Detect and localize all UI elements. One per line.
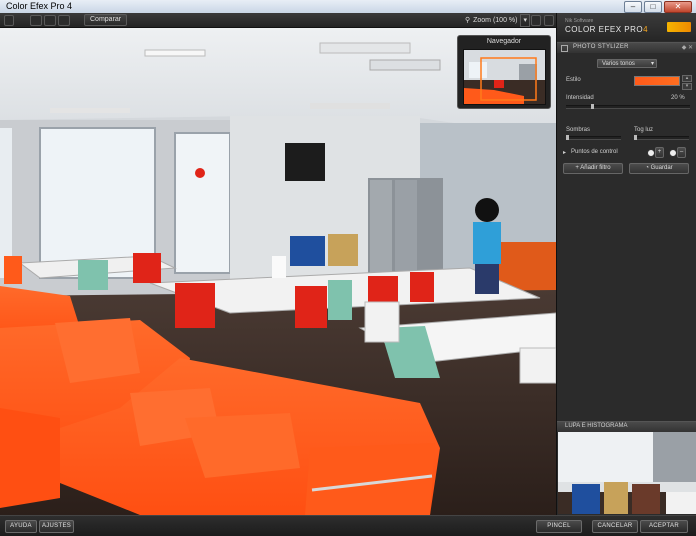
magnifier-icon: ⚲ [464,17,471,24]
settings-button[interactable]: AJUSTES [39,520,74,533]
navigator-panel[interactable]: Navegador [457,35,551,109]
highlights-slider[interactable] [634,135,689,140]
preset-value: Varios tonos [602,61,635,67]
navigator-thumbnail[interactable] [463,49,546,105]
zoom-control[interactable]: ⚲ Zoom (100 %) ▾ [465,14,530,27]
highlights-label: Tog luz [634,127,654,133]
compare-button[interactable]: Comparar [84,14,128,26]
accept-button[interactable]: ACEPTAR [640,520,688,533]
brand-company: Nik Software [565,18,594,24]
brush-button[interactable]: PINCEL [536,520,582,533]
zoom-dropdown-icon[interactable]: ▾ [520,14,530,27]
filter-header[interactable]: PHOTO STYLIZER ◆ ✕ [557,42,696,53]
split-view-button[interactable] [44,15,56,26]
style-selector[interactable] [634,76,680,86]
intensity-label: Intensidad [566,95,594,101]
minimize-button[interactable]: – [624,1,642,13]
preset-dropdown[interactable]: Varios tonos ▾ [597,59,657,68]
style-down-icon[interactable]: ▾ [682,83,692,90]
loupe-view[interactable] [558,432,696,514]
control-points-expand-icon[interactable]: ▸ [563,149,566,156]
help-button[interactable]: AYUDA [5,520,37,533]
loupe-histogram-title: LUPA E HISTOGRAMA [565,423,628,429]
single-view-button[interactable] [30,15,42,26]
navigator-title: Navegador [486,38,522,45]
filter-panel: Nik Software COLOR EFEX PRO4 PHOTO STYLI… [556,13,696,515]
title-bar: Color Efex Pro 4 – □ ✕ [0,0,696,14]
side-by-side-view-button[interactable] [58,15,70,26]
cancel-button[interactable]: CANCELAR [592,520,638,533]
brand-product: COLOR EFEX PRO4 [565,25,649,34]
filter-enable-checkbox[interactable] [561,45,568,52]
close-button[interactable]: ✕ [664,1,692,13]
remove-control-point-icon[interactable] [669,149,677,157]
shadows-slider-handle[interactable] [566,135,569,140]
intensity-slider-handle[interactable] [591,104,594,109]
style-stepper[interactable]: ▴ ▾ [682,75,692,91]
style-up-icon[interactable]: ▴ [682,75,692,82]
intensity-slider[interactable] [566,104,690,109]
shadows-label: Sombras [566,127,591,133]
add-control-point-icon[interactable] [647,149,655,157]
window-controls: – □ ✕ [624,1,692,13]
filter-title: PHOTO STYLIZER [573,44,629,50]
highlights-slider-handle[interactable] [634,135,637,140]
brand-header: Nik Software COLOR EFEX PRO4 [557,13,696,41]
remove-control-point-button[interactable]: – [677,147,686,158]
zoom-label: Zoom (100 %) [473,17,518,24]
background-color-button[interactable] [531,15,541,26]
add-filter-button[interactable]: + Añadir filtro [563,163,623,174]
toggle-panel-button[interactable] [544,15,554,26]
loupe-histogram-header[interactable]: LUPA E HISTOGRAMA [557,421,696,432]
bottom-bar: AYUDA AJUSTES PINCEL CANCELAR ACEPTAR [0,515,696,536]
add-control-point-button[interactable]: + [655,147,664,158]
dropdown-arrow-icon: ▾ [650,61,654,67]
shadows-slider[interactable] [566,135,621,140]
preview-toolbar: Comparar ⚲ Zoom (100 %) ▾ [0,13,556,28]
filter-header-controls[interactable]: ◆ ✕ [682,44,693,51]
nik-logo-icon [667,22,691,32]
style-label: Estilo [566,77,581,83]
toggle-browser-button[interactable] [4,15,14,26]
window-title: Color Efex Pro 4 [6,1,73,11]
control-points-label: Puntos de control [571,149,618,155]
intensity-value: 20 % [671,95,685,101]
save-recipe-button[interactable]: ◔ Guardar [629,163,689,174]
maximize-button[interactable]: □ [644,1,662,13]
